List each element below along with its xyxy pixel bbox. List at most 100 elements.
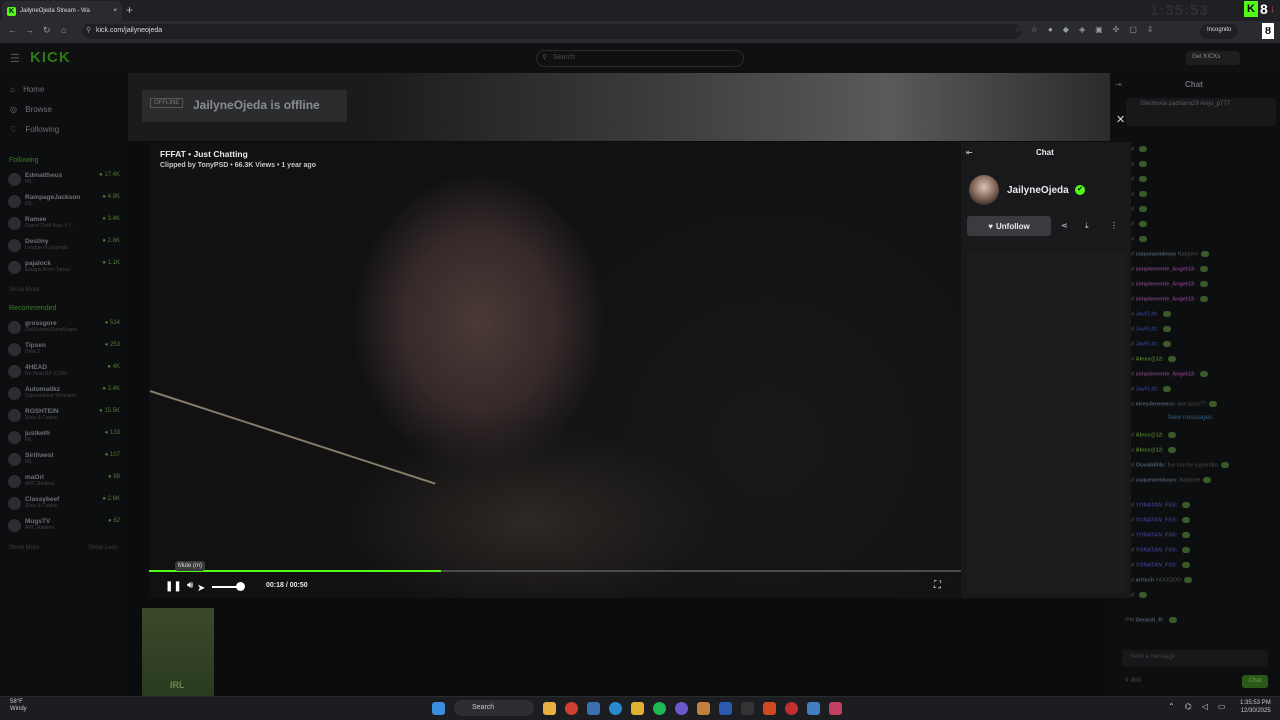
viewer-count: ● 107 <box>104 452 120 458</box>
chrome-icon[interactable] <box>565 701 578 715</box>
browser-tab[interactable]: K JailyneOjeda Stream - Wa × <box>2 1 122 21</box>
new-messages-divider[interactable]: New messages <box>1168 414 1212 421</box>
avatar <box>8 343 21 356</box>
avatar <box>8 431 21 444</box>
chat-message: ·PM JavFL0t: <box>1124 341 1171 347</box>
puzzle-icon[interactable]: ✣ <box>1113 25 1120 34</box>
nav-home[interactable]: ⌂ Home <box>10 85 44 94</box>
app-icon[interactable] <box>587 701 600 715</box>
back-icon[interactable]: ← <box>8 25 17 35</box>
channel-item[interactable]: Automatikz Supermarket Simulator ● 2.4K <box>8 386 120 408</box>
search-input[interactable]: Search <box>536 50 744 67</box>
windows-start-icon[interactable] <box>432 701 445 715</box>
avatar[interactable] <box>969 175 999 205</box>
app-icon[interactable] <box>675 701 688 715</box>
channel-item[interactable]: Sirlliwest IRL ● 107 <box>8 452 120 474</box>
sidebar-icon[interactable]: ▢ <box>1129 25 1137 34</box>
spotify-icon[interactable] <box>653 701 666 715</box>
channel-item[interactable]: grossgore Old School RuneScape ● 514 <box>8 320 120 342</box>
incognito-indicator[interactable]: Incognito <box>1200 24 1239 39</box>
weather-widget[interactable]: 58°F Windy <box>10 699 27 713</box>
nav-following[interactable]: ♡ Following <box>10 125 59 134</box>
extension-icons: ◌ ☆ ● ◆ ◈ ▣ ✣ ▢ ⇩ <box>1016 25 1154 34</box>
show-more-button-2[interactable]: Show More <box>9 545 39 551</box>
close-modal-icon[interactable]: ✕ <box>1116 113 1125 126</box>
file-explorer-icon[interactable] <box>543 701 556 715</box>
url-field[interactable]: kick.com/jailyneojeda <box>82 24 1022 39</box>
download-icon[interactable]: ⤓ <box>1085 221 1089 231</box>
ghost-clock: 1:35:53 <box>1150 2 1209 19</box>
kick-logo[interactable]: KICK <box>30 49 71 66</box>
taskbar-clock[interactable]: 1:35:53 PM 12/30/2025 <box>1240 699 1271 715</box>
channel-item[interactable]: RampageJackson IRL ● 4.9K <box>8 194 120 216</box>
channel-item[interactable]: Edmattheus IRL ● 17.4K <box>8 172 120 194</box>
collapse-panel-icon[interactable]: ⇤ <box>966 148 973 157</box>
chevron-up-icon[interactable]: ⌃ <box>1168 702 1175 711</box>
app-icon[interactable] <box>697 701 710 715</box>
extension-icon[interactable]: ◈ <box>1079 25 1085 34</box>
home-icon[interactable]: ⌂ <box>61 25 66 35</box>
viewer-count: ● 133 <box>104 430 120 436</box>
tab-title: JailyneOjeda Stream - Wa <box>20 8 90 14</box>
site-info-icon[interactable]: ⚲ <box>86 26 91 34</box>
volume-tray-icon[interactable]: ◁ <box>1202 702 1208 711</box>
extension-icon[interactable]: ▣ <box>1095 25 1103 34</box>
channel-name: Sirlliwest <box>25 452 54 459</box>
battery-icon[interactable]: ▭ <box>1218 702 1226 711</box>
recommended-header: Recommended <box>9 305 57 312</box>
channel-item[interactable]: maOrl ARC Raiders ● 88 <box>8 474 120 496</box>
fullscreen-icon[interactable]: ⛶ <box>934 580 941 591</box>
eye-off-icon[interactable]: ◌ <box>1016 25 1021 34</box>
unfollow-button[interactable]: ♥ Unfollow <box>967 216 1051 236</box>
channel-item[interactable]: pajalock Escape From Tarkov ● 1.1K <box>8 260 120 282</box>
show-less-button[interactable]: Show Less <box>88 545 117 551</box>
terminal-icon[interactable] <box>741 701 754 715</box>
overlay-badge: Ȣ <box>1262 23 1274 39</box>
show-more-button[interactable]: Show More <box>9 287 39 293</box>
channel-item[interactable]: Destiny League of Legends ● 2.8K <box>8 238 120 260</box>
star-icon[interactable]: ☆ <box>1031 25 1038 34</box>
channel-item[interactable]: 4HEAD No Pixel RP (CDA) ● 4K <box>8 364 120 386</box>
chat-message-input[interactable]: Send a message <box>1122 650 1268 667</box>
collapse-chat-icon[interactable]: ⇥ <box>1115 80 1122 89</box>
nav-browse[interactable]: ◎ Browse <box>10 105 52 114</box>
new-tab-button[interactable]: + <box>126 3 133 17</box>
download-icon[interactable]: ⇩ <box>1147 25 1154 34</box>
pause-icon[interactable]: ❚❚ <box>165 581 182 592</box>
send-chat-button[interactable]: Chat <box>1242 675 1268 688</box>
channel-category: Dota 2 <box>25 349 40 355</box>
more-options-icon[interactable]: ⋮ <box>1110 221 1118 230</box>
forward-icon[interactable]: → <box>25 25 34 35</box>
app-icon[interactable] <box>807 701 820 715</box>
share-icon[interactable]: ⋖ <box>1061 221 1068 230</box>
avatar <box>8 173 21 186</box>
reload-icon[interactable]: ↻ <box>43 25 51 36</box>
app-icon[interactable] <box>785 701 798 715</box>
brave-icon[interactable] <box>763 701 776 715</box>
extension-icon[interactable]: ● <box>1048 25 1053 34</box>
channel-category: IRL <box>25 201 33 207</box>
channel-item[interactable]: Ramee Grand Theft Auto V I... ● 3.4K <box>8 216 120 238</box>
app-icon[interactable] <box>829 701 842 715</box>
volume-icon[interactable]: 🔊︎ <box>187 580 193 591</box>
app-icon[interactable] <box>719 701 732 715</box>
avatar <box>8 387 21 400</box>
clip-video[interactable] <box>149 142 961 598</box>
channel-item[interactable]: MugsTV ARC Raiders ● 62 <box>8 518 120 540</box>
channel-item[interactable]: Classybeef Slots & Casino ● 2.6K <box>8 496 120 518</box>
channel-category: No Pixel RP (CDA) <box>25 371 68 377</box>
channel-item[interactable]: ROSHTEIN Slots & Casino ● 15.5K <box>8 408 120 430</box>
taskbar-search[interactable]: Search <box>454 700 534 716</box>
folder-icon[interactable] <box>631 701 644 715</box>
streamer-name[interactable]: JailyneOjeda <box>1007 185 1069 196</box>
tab-close-icon[interactable]: × <box>113 8 117 14</box>
channel-item[interactable]: Tipsen Dota 2 ● 253 <box>8 342 120 364</box>
channel-item[interactable]: justketh IRL ● 133 <box>8 430 120 452</box>
edge-icon[interactable] <box>609 701 622 715</box>
network-icon[interactable]: ⌬ <box>1185 702 1192 711</box>
extension-icon[interactable]: ◆ <box>1063 25 1069 34</box>
volume-knob[interactable] <box>236 582 245 591</box>
avatar <box>8 409 21 422</box>
menu-icon[interactable]: ☰ <box>10 52 20 65</box>
get-kicks-button[interactable]: Get KICKs <box>1186 51 1240 65</box>
